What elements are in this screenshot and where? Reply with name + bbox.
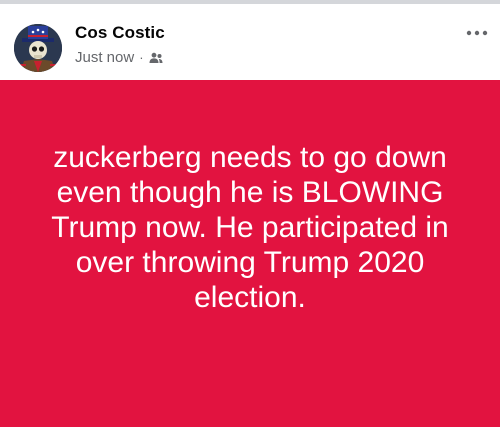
post-text: zuckerberg needs to go down even though … <box>51 141 449 314</box>
post-meta: Just now · <box>75 49 163 66</box>
ellipsis-icon <box>466 30 488 36</box>
timestamp[interactable]: Just now <box>75 49 134 66</box>
author-name[interactable]: Cos Costic <box>75 23 165 43</box>
post-header: Cos Costic Just now · <box>0 4 500 80</box>
avatar-image <box>14 24 62 72</box>
meta-separator: · <box>139 50 144 65</box>
friends-icon[interactable] <box>149 52 163 64</box>
more-options-button[interactable] <box>464 26 490 40</box>
post-content: zuckerberg needs to go down even though … <box>0 80 500 427</box>
avatar[interactable] <box>14 24 62 72</box>
